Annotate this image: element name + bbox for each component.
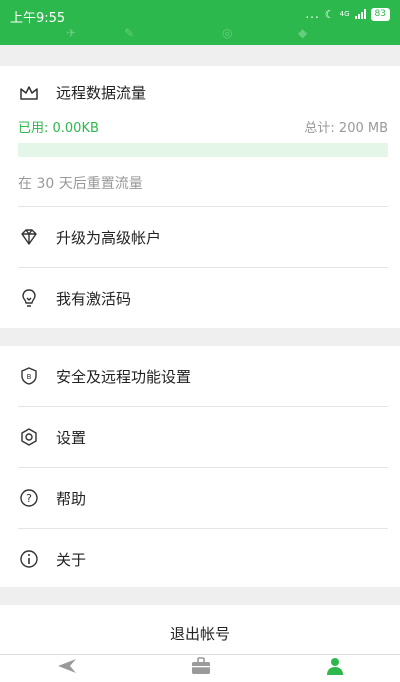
activation-code-label: 我有激活码 — [56, 289, 132, 308]
decor-icon: ✎ — [124, 26, 135, 40]
usage-title: 远程数据流量 — [56, 84, 147, 102]
tab-send[interactable] — [52, 657, 82, 679]
bottom-tab-bar — [0, 654, 400, 682]
reset-info: 在 30 天后重置流量 — [18, 176, 143, 192]
moon-icon: ☾ — [324, 7, 335, 21]
upgrade-account-label: 升级为高级帐户 — [56, 228, 162, 247]
decor-icon: ◆ — [298, 26, 308, 40]
settings-item[interactable]: 设置 — [0, 407, 400, 467]
security-remote-settings-item[interactable]: B 安全及远程功能设置 — [0, 346, 400, 406]
about-item[interactable]: 关于 — [0, 529, 400, 589]
total-data-label: 总计: 200 MB — [304, 121, 388, 136]
logout-label: 退出帐号 — [169, 625, 230, 643]
settings-label: 设置 — [56, 428, 87, 447]
status-time: 上午9:55 — [10, 11, 66, 26]
notification-dots: ... — [305, 7, 320, 21]
network-type-label: 4G — [339, 10, 350, 18]
decor-icon: ◎ — [222, 26, 233, 40]
status-icons: ... ☾ 4G 83 — [305, 7, 390, 21]
info-icon — [18, 548, 40, 570]
signal-icon — [354, 9, 366, 19]
activation-code-item[interactable]: 我有激活码 — [0, 268, 400, 328]
used-data-label: 已用: 0.00KB — [18, 121, 99, 136]
help-label: 帮助 — [56, 489, 87, 508]
upgrade-account-item[interactable]: 升级为高级帐户 — [0, 207, 400, 267]
header-decoration: ✈ ✎ ◎ ◆ — [0, 26, 400, 45]
help-icon: ? — [18, 487, 40, 509]
battery-icon: 83 — [370, 7, 390, 21]
logout-button[interactable]: 退出帐号 — [0, 605, 400, 655]
person-icon — [324, 657, 346, 679]
usage-progress-bar — [18, 143, 388, 157]
crown-icon — [18, 82, 40, 104]
status-bar: 上午9:55 ... ☾ 4G 83 ✈ ✎ ◎ ◆ — [0, 0, 400, 45]
shield-icon: B — [18, 365, 40, 387]
tab-briefcase[interactable] — [186, 657, 216, 679]
about-label: 关于 — [56, 550, 87, 569]
svg-text:?: ? — [26, 492, 32, 505]
svg-text:B: B — [27, 373, 32, 381]
send-icon — [56, 657, 78, 679]
security-remote-settings-label: 安全及远程功能设置 — [56, 367, 192, 386]
settings-hexagon-icon — [18, 426, 40, 448]
diamond-icon — [18, 226, 40, 248]
tab-profile[interactable] — [320, 657, 350, 679]
briefcase-icon — [190, 657, 212, 679]
decor-icon: ✈ — [66, 26, 77, 40]
help-item[interactable]: ? 帮助 — [0, 468, 400, 528]
lightbulb-icon — [18, 287, 40, 309]
